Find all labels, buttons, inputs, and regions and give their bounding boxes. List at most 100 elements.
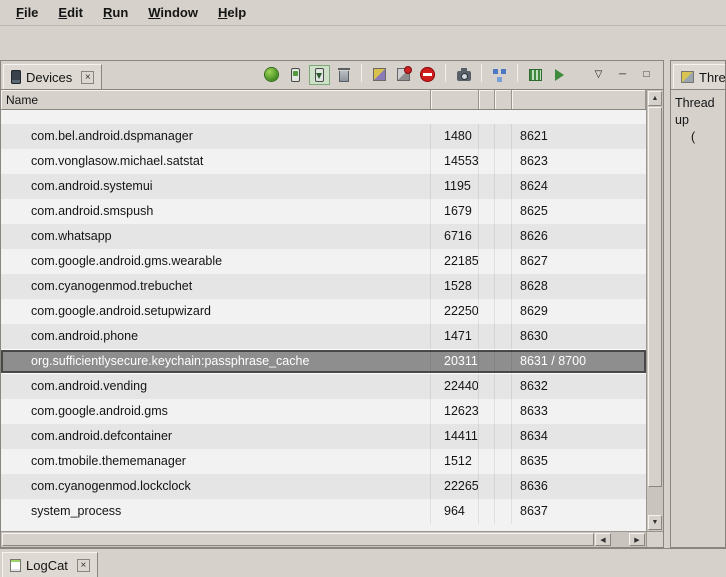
table-row[interactable]: com.google.android.gms.wearable221858627 [1, 249, 646, 274]
horizontal-scrollbar[interactable]: ◀ ▶ [1, 531, 646, 547]
cell-pid: 1679 [431, 199, 479, 224]
cell-empty-2 [495, 299, 512, 324]
cell-pid: 1480 [431, 124, 479, 149]
scroll-left-icon[interactable]: ◀ [595, 533, 611, 546]
toolbar-separator [517, 64, 518, 82]
table-row[interactable]: com.android.defcontainer144118634 [1, 424, 646, 449]
table-row[interactable]: com.android.smspush16798625 [1, 199, 646, 224]
stop-process-icon[interactable] [417, 65, 438, 85]
threads-tab-icon [681, 71, 694, 83]
stop-process-icon-glyph [420, 67, 435, 82]
cell-port: 8627 [512, 249, 646, 274]
tab-logcat[interactable]: LogCat × [2, 552, 98, 577]
table-row-partial[interactable] [1, 110, 646, 124]
menubar: FileEditRunWindowHelp [0, 0, 726, 26]
cell-name: com.android.systemui [1, 174, 431, 199]
update-heap-icon[interactable] [285, 65, 306, 85]
cell-empty-2 [495, 350, 512, 373]
cell-empty-1 [479, 474, 495, 499]
column-header-empty-1[interactable] [479, 90, 495, 109]
dump-hprof-icon[interactable] [309, 65, 330, 85]
cell-empty-1 [479, 224, 495, 249]
tab-threads[interactable]: Threa [673, 64, 726, 89]
cell-port: 8637 [512, 499, 646, 524]
cell-pid: 1471 [431, 324, 479, 349]
process-table-body: com.bel.android.dspmanager14808621com.vo… [1, 110, 646, 531]
cell-empty-1 [479, 274, 495, 299]
dump-view-hierarchy-icon[interactable] [489, 65, 510, 85]
cell-empty-2 [495, 124, 512, 149]
table-row[interactable]: com.android.vending224408632 [1, 374, 646, 399]
cell-empty-1 [479, 124, 495, 149]
update-threads-icon[interactable] [369, 65, 390, 85]
cell-name: com.android.vending [1, 374, 431, 399]
start-opengl-trace-icon[interactable] [549, 65, 570, 85]
vertical-scrollbar[interactable]: ▲ ▼ [646, 90, 663, 531]
cell-empty-1 [479, 299, 495, 324]
tab-logcat-close-icon[interactable]: × [77, 559, 90, 572]
debug-process-icon-glyph [265, 68, 278, 81]
cell-pid: 14553 [431, 149, 479, 174]
maximize-icon-glyph: □ [643, 70, 649, 80]
menu-run[interactable]: Run [93, 0, 138, 25]
cell-port: 8636 [512, 474, 646, 499]
scroll-right-icon[interactable]: ▶ [629, 533, 645, 546]
table-row[interactable]: org.sufficientlysecure.keychain:passphra… [1, 349, 646, 374]
table-row[interactable]: com.vonglasow.michael.satstat14553 8623 [1, 149, 646, 174]
devices-tabbar: Devices × ▽ ─ □ [1, 61, 663, 89]
cell-port: 8629 [512, 299, 646, 324]
cause-gc-icon[interactable] [333, 65, 354, 85]
horizontal-scrollbar-thumb[interactable] [2, 533, 594, 546]
table-row[interactable]: com.cyanogenmod.lockclock222658636 [1, 474, 646, 499]
cell-pid: 22185 [431, 249, 479, 274]
table-row[interactable]: system_process9648637 [1, 499, 646, 524]
cell-port: 8633 [512, 399, 646, 424]
scroll-down-icon[interactable]: ▼ [648, 515, 662, 530]
table-row[interactable]: com.tmobile.thememanager15128635 [1, 449, 646, 474]
start-method-profiling-icon[interactable] [393, 65, 414, 85]
column-header-pid[interactable] [431, 90, 479, 109]
cell-port: 8625 [512, 199, 646, 224]
tab-devices-close-icon[interactable]: × [81, 71, 94, 84]
cell-name: org.sufficientlysecure.keychain:passphra… [1, 350, 431, 373]
minimize-icon[interactable]: ─ [612, 65, 633, 85]
menu-help[interactable]: Help [208, 0, 256, 25]
cell-port: 8628 [512, 274, 646, 299]
view-menu-icon[interactable]: ▽ [588, 65, 609, 85]
screen-capture-icon[interactable] [453, 65, 474, 85]
cell-pid: 6716 [431, 224, 479, 249]
cell-empty-1 [479, 374, 495, 399]
tab-devices[interactable]: Devices × [3, 64, 102, 89]
menu-window[interactable]: Window [138, 0, 208, 25]
cell-name: com.android.defcontainer [1, 424, 431, 449]
threads-view: Threa Thread up ( [670, 60, 726, 548]
tab-logcat-label: LogCat [26, 558, 68, 573]
scroll-up-icon[interactable]: ▲ [648, 91, 662, 106]
cell-empty-1 [479, 350, 495, 373]
table-row[interactable]: com.android.systemui11958624 [1, 174, 646, 199]
capture-systrace-icon[interactable] [525, 65, 546, 85]
maximize-icon[interactable]: □ [636, 65, 657, 85]
menu-edit[interactable]: Edit [48, 0, 93, 25]
view-menu-icon-glyph: ▽ [595, 70, 603, 80]
debug-process-icon[interactable] [261, 65, 282, 85]
cell-empty-1 [479, 249, 495, 274]
table-row[interactable]: com.android.phone14718630 [1, 324, 646, 349]
table-row[interactable]: com.bel.android.dspmanager14808621 [1, 124, 646, 149]
cell-empty-2 [495, 149, 512, 174]
table-row[interactable]: com.whatsapp67168626 [1, 224, 646, 249]
cell-port: 8623 [512, 149, 646, 174]
table-row[interactable]: com.cyanogenmod.trebuchet15288628 [1, 274, 646, 299]
cell-port: 8630 [512, 324, 646, 349]
column-header-name[interactable]: Name [1, 90, 431, 109]
table-row[interactable]: com.google.android.gms126238633 [1, 399, 646, 424]
cell-empty-1 [479, 424, 495, 449]
cell-name: com.vonglasow.michael.satstat [1, 149, 431, 174]
cell-port: 8635 [512, 449, 646, 474]
table-row[interactable]: com.google.android.setupwizard222508629 [1, 299, 646, 324]
menu-file[interactable]: File [6, 0, 48, 25]
vertical-scrollbar-thumb[interactable] [648, 107, 662, 487]
column-header-port[interactable] [512, 90, 646, 109]
column-header-empty-2[interactable] [495, 90, 512, 109]
cell-empty-1 [479, 199, 495, 224]
